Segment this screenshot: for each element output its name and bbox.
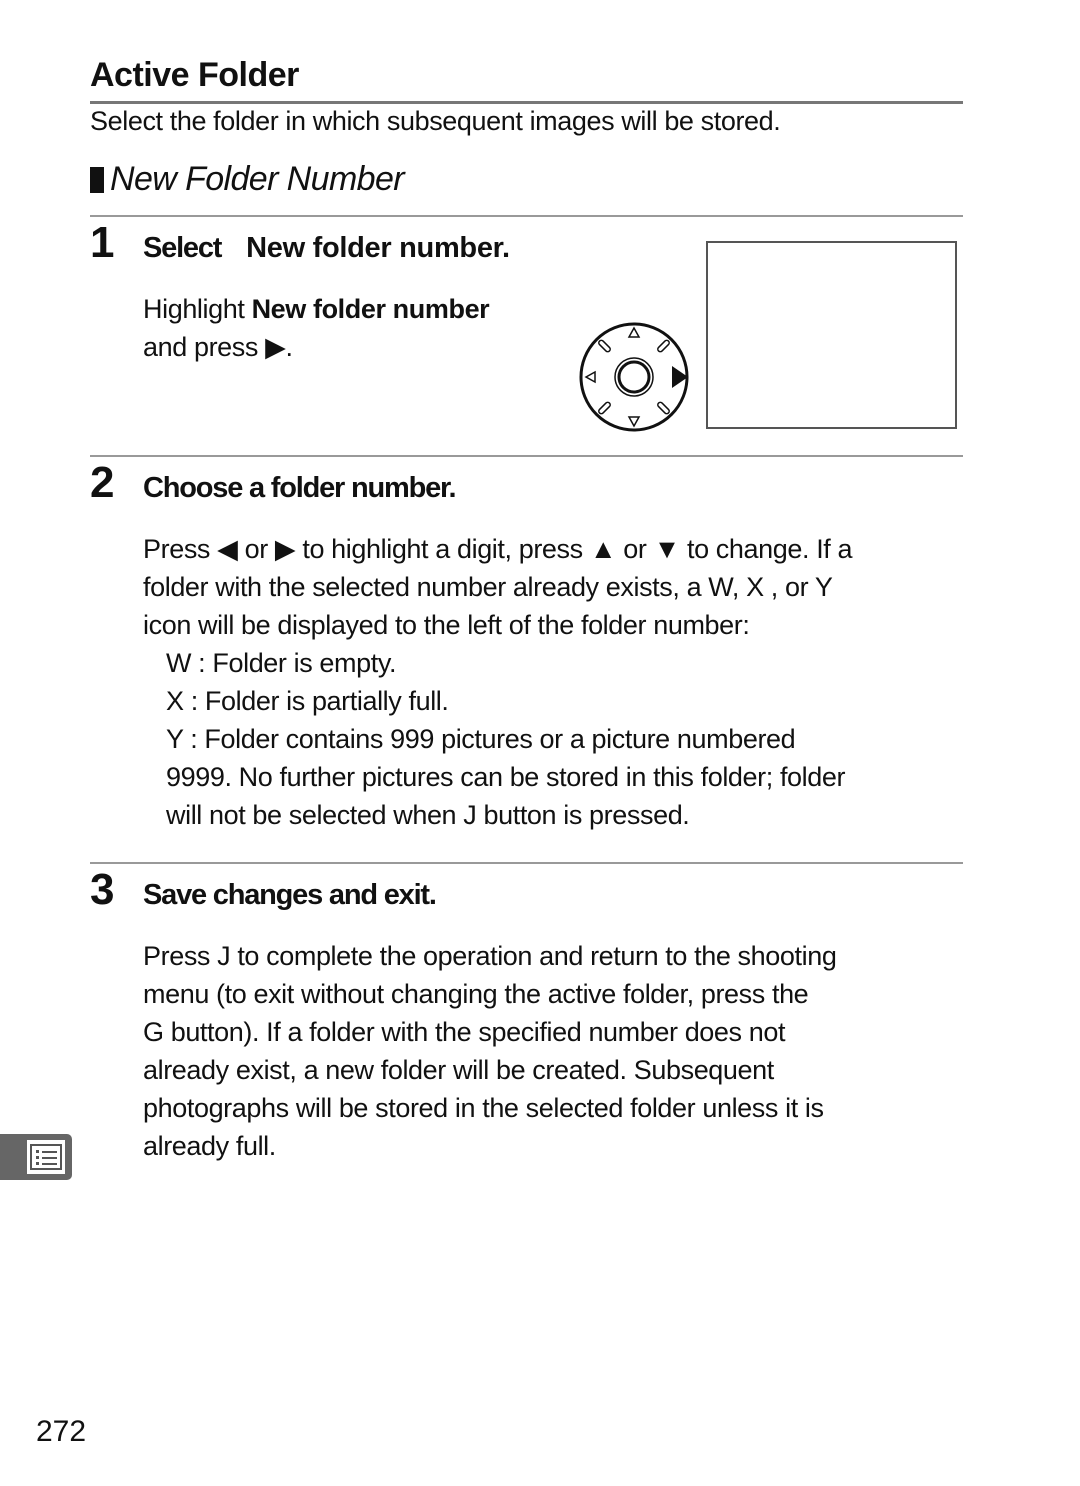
step-text-line: Press ◀ or ▶ to highlight a digit, press… (143, 534, 853, 564)
step-title-prefix: Select (143, 232, 222, 264)
shooting-menu-tab[interactable] (0, 1134, 72, 1180)
legend-item-empty: W : Folder is empty. (166, 648, 397, 678)
multi-selector-right-icon (579, 322, 689, 432)
subheading: New Folder Number (90, 160, 405, 199)
step-text-line: folder with the selected number already … (143, 572, 833, 602)
title-divider (90, 101, 963, 104)
intro-text: Select the folder in which subsequent im… (90, 106, 781, 136)
page-number: 272 (36, 1415, 87, 1448)
step-text-line: menu (to exit without changing the activ… (143, 979, 809, 1009)
subheading-text: New Folder Number (110, 160, 405, 198)
subheading-divider (90, 215, 963, 217)
page-title: Active Folder (90, 56, 299, 94)
step-number: 2 (90, 458, 115, 507)
step-text-line: already full. (143, 1131, 276, 1161)
step-text-line: and press ▶. (143, 332, 293, 362)
step-title-menu-item: New folder number. (246, 232, 510, 264)
step-title: Save changes and exit. (143, 879, 437, 911)
step-divider (90, 862, 963, 864)
step-text: Highlight New folder number and press ▶. (143, 290, 490, 366)
step-text-line: icon will be displayed to the left of th… (143, 610, 750, 640)
legend-item-full-cont: 9999. No further pictures can be stored … (166, 762, 846, 792)
step-title: Choose a folder number. (143, 472, 457, 504)
legend-item-full-cont: will not be selected when J button is pr… (166, 800, 690, 830)
step-text: Press ◀ or ▶ to highlight a digit, press… (143, 530, 853, 644)
legend-item-partial: X : Folder is partially full. (166, 686, 449, 716)
step-text: Press J to complete the operation and re… (143, 937, 837, 1165)
step-text-prefix: Highlight (143, 294, 252, 324)
step-title: Select New folder number. (143, 232, 510, 265)
step-text-line: Press J to complete the operation and re… (143, 941, 837, 971)
step-text-line: already exist, a new folder will be crea… (143, 1055, 774, 1085)
screen-illustration-placeholder (706, 241, 957, 429)
step-number: 3 (90, 865, 115, 914)
step-text-menu-item: New folder number (251, 294, 490, 324)
section-marker-icon (90, 166, 104, 193)
legend-item-full: Y : Folder contains 999 pictures or a pi… (166, 724, 796, 754)
folder-icon-legend: W : Folder is empty. X : Folder is parti… (166, 644, 845, 834)
step-text-line: photographs will be stored in the select… (143, 1093, 824, 1123)
step-divider (90, 455, 963, 457)
shooting-menu-list-icon (27, 1140, 65, 1174)
step-number: 1 (90, 218, 115, 267)
step-text-line: G button). If a folder with the specifie… (143, 1017, 786, 1047)
